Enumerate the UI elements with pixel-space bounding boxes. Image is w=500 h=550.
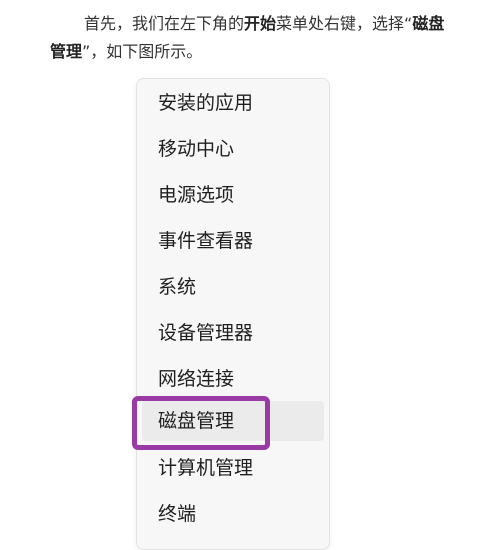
intro-text-1: 首先，我们在左下角的 bbox=[84, 14, 245, 33]
intro-text-2: 菜单处右键，选择“ bbox=[276, 14, 413, 33]
menu-item-installed-apps[interactable]: 安装的应用 bbox=[137, 83, 323, 123]
intro-text-3: ”，如下图所示。 bbox=[82, 42, 203, 61]
intro-bold-start: 开始 bbox=[244, 14, 277, 33]
menu-item-event-viewer[interactable]: 事件查看器 bbox=[137, 221, 323, 261]
menu-item-power-options[interactable]: 电源选项 bbox=[137, 175, 323, 215]
menu-item-system[interactable]: 系统 bbox=[137, 267, 323, 307]
menu-item-device-manager[interactable]: 设备管理器 bbox=[137, 313, 323, 353]
menu-item-mobility-center[interactable]: 移动中心 bbox=[137, 129, 323, 169]
menu-item-disk-management[interactable]: 磁盘管理 bbox=[142, 401, 324, 441]
menu-item-network-connections[interactable]: 网络连接 bbox=[137, 359, 323, 399]
menu-item-computer-management[interactable]: 计算机管理 bbox=[137, 448, 323, 488]
context-menu: 安装的应用 移动中心 电源选项 事件查看器 系统 设备管理器 网络连接 磁盘管理… bbox=[136, 78, 330, 550]
intro-paragraph: 首先，我们在左下角的开始菜单处右键，选择“磁盘管理”，如下图所示。 bbox=[50, 10, 460, 66]
menu-item-terminal[interactable]: 终端 bbox=[137, 494, 323, 534]
